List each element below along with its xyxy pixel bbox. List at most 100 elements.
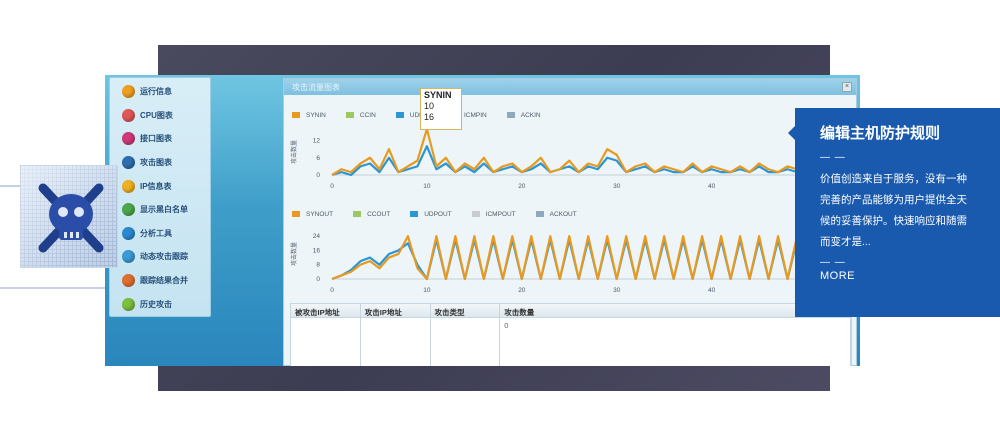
info-arrow (788, 126, 795, 140)
legend-label: ICMPIN (464, 111, 487, 119)
legend-item[interactable]: CCIN (345, 111, 376, 119)
chart2: 攻击数量24168001020304050 (290, 233, 856, 294)
legend-item[interactable]: SYNOUT (292, 211, 333, 218)
info-divider-top: — — (820, 152, 846, 163)
close-icon[interactable]: × (842, 82, 852, 92)
stage: 运行信息 CPU图表接口图表攻击图表 IP信息表显示黑白名单分析工具动态攻击跟踪跟踪… (0, 0, 1000, 442)
legend-item[interactable]: ACKIN (506, 112, 541, 119)
menu-item-label: CPU图表 (140, 110, 173, 120)
x-tick-label: 40 (708, 287, 716, 294)
x-tick-label: 30 (613, 183, 621, 190)
legend-item[interactable]: ACKOUT (535, 210, 577, 218)
menu-item-label: 运行信息 (140, 87, 172, 97)
menu-item-label: IP信息表 (140, 181, 172, 191)
legend-item[interactable]: CCOUT (353, 211, 390, 218)
sidebar-item-1[interactable]: CPU图表 (110, 104, 210, 128)
menu-item-icon (122, 132, 135, 146)
chart1-legend: SYNINCCINUDPINICMPINACKIN (284, 108, 856, 122)
series-line-synout[interactable] (331, 235, 856, 281)
app-window: 运行信息 CPU图表接口图表攻击图表 IP信息表显示黑白名单分析工具动态攻击跟踪跟踪… (105, 75, 860, 366)
legend-label: SYNIN (306, 111, 326, 119)
sidebar-item-8[interactable]: 跟踪结果合并 (110, 269, 210, 293)
menu-item-icon (122, 203, 135, 217)
y-tick-label: 24 (313, 233, 321, 240)
table-cell (361, 318, 431, 366)
x-tick-label: 10 (423, 287, 431, 294)
sidebar-item-5[interactable]: 显示黑白名单 (110, 198, 210, 222)
panel-title: 攻击流量图表 (292, 83, 340, 92)
legend-label: ICMPOUT (485, 210, 516, 218)
info-divider-bottom: — — (820, 257, 846, 268)
y-tick-label: 6 (316, 155, 320, 162)
sidebar-item-4[interactable]: IP信息表 (110, 174, 210, 198)
table-header-cell[interactable]: 被攻击IP地址 (291, 304, 361, 317)
menu-item-icon (122, 108, 135, 122)
menu-item-icon (122, 85, 135, 99)
sidebar-item-9[interactable]: 历史攻击 (110, 292, 210, 316)
legend-swatch (345, 112, 354, 118)
menu-item-label: 动态攻击跟踪 (140, 252, 188, 262)
legend-label: ACKOUT (549, 210, 577, 218)
menu-item-label: 攻击图表 (140, 158, 172, 168)
attack-chart-panel: 攻击流量图表 × SYNINCCINUDPINICMPINACKIN 攻击数量1… (283, 78, 857, 366)
table-cell: 0 (500, 318, 851, 366)
x-tick-label: 40 (708, 183, 716, 190)
chart1: 攻击数量126001020304050 (290, 127, 855, 190)
info-card: 编辑主机防护规则 — — 价值创造来自于服务，没有一种完善的产品能够为用户提供全… (788, 108, 1000, 317)
y-tick-label: 16 (313, 247, 321, 254)
menu-item-icon (122, 179, 135, 193)
table-cell (291, 318, 361, 366)
table-row[interactable]: 0 (291, 318, 851, 366)
tooltip-line1: 10 (424, 101, 435, 111)
legend-swatch (506, 112, 515, 118)
menu-item-label: 历史攻击 (140, 299, 172, 309)
table-header-cell[interactable]: 攻击IP地址 (361, 304, 431, 317)
y-axis-label: 攻击数量 (290, 242, 298, 266)
skull-crossbones-image (20, 165, 118, 268)
tooltip-line2: 16 (424, 112, 435, 122)
attack-table: 被攻击IP地址 攻击IP地址 攻击类型 攻击数量 0 (290, 303, 852, 366)
sidebar-item-2[interactable]: 接口图表 (110, 127, 210, 151)
table-header: 被攻击IP地址 攻击IP地址 攻击类型 攻击数量 (291, 304, 851, 318)
sidebar-item-6[interactable]: 分析工具 (110, 222, 210, 246)
menu-item-label: 显示黑白名单 (140, 205, 188, 215)
y-axis-label: 攻击数量 (290, 140, 298, 164)
x-tick-label: 0 (330, 287, 334, 294)
legend-swatch (395, 112, 404, 118)
legend-item[interactable]: SYNIN (292, 112, 326, 119)
chart-tooltip: SYNIN 10 16 (420, 88, 462, 130)
legend-item[interactable]: UDPOUT (410, 211, 452, 218)
more-link[interactable]: MORE (820, 270, 975, 282)
x-tick-label: 10 (423, 183, 431, 190)
legend-swatch (410, 211, 419, 217)
tooltip-title: SYNIN (424, 90, 452, 100)
legend-swatch (353, 211, 362, 217)
menu-item-icon (122, 297, 135, 311)
menu-item-icon (122, 226, 135, 240)
y-tick-label: 12 (313, 138, 321, 145)
table-cell (431, 318, 501, 366)
y-tick-label: 0 (316, 172, 320, 179)
legend-label: CCIN (359, 111, 376, 119)
legend-item[interactable]: ICMPOUT (471, 210, 516, 218)
menu-item-icon (122, 250, 135, 264)
y-tick-label: 8 (316, 262, 320, 269)
sidebar-item-3[interactable]: 攻击图表 (110, 151, 210, 175)
y-tick-label: 0 (316, 276, 320, 283)
legend-swatch (471, 211, 480, 217)
x-tick-label: 20 (518, 287, 526, 294)
info-title: 编辑主机防护规则 (820, 125, 941, 142)
table-header-cell[interactable]: 攻击类型 (431, 304, 501, 317)
menu-item-icon (122, 156, 135, 170)
legend-swatch (292, 112, 300, 118)
legend-swatch (292, 211, 300, 217)
legend-swatch (535, 211, 544, 217)
menu-item-icon (122, 274, 135, 288)
panel-title-bar: 攻击流量图表 × (284, 79, 856, 95)
sidebar-menu: 运行信息 CPU图表接口图表攻击图表 IP信息表显示黑白名单分析工具动态攻击跟踪跟踪… (109, 77, 211, 317)
sidebar-item-0[interactable]: 运行信息 (110, 80, 210, 104)
x-tick-label: 0 (330, 183, 334, 190)
sidebar-item-7[interactable]: 动态攻击跟踪 (110, 245, 210, 269)
chart2-legend: SYNOUT CCOUT UDPOUT ICMPOUT ACKOUT (284, 207, 597, 221)
x-tick-label: 20 (518, 183, 526, 190)
